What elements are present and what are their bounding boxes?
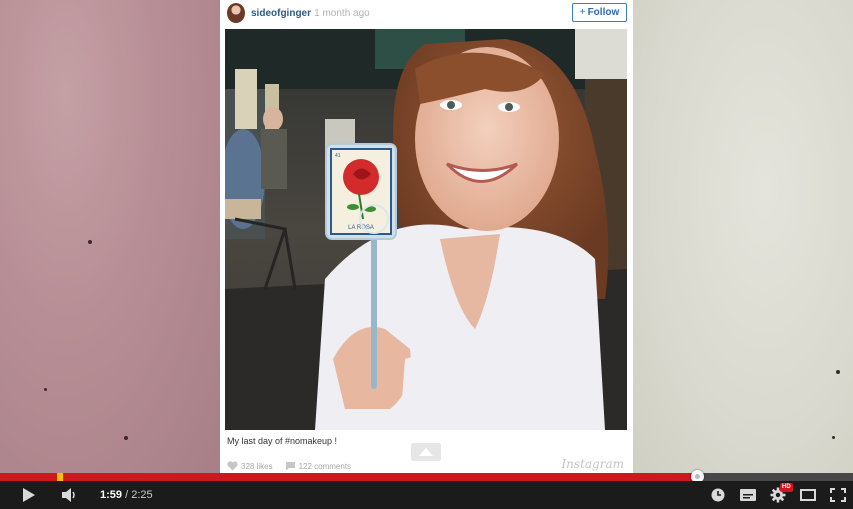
speck xyxy=(44,388,47,391)
play-button[interactable] xyxy=(14,481,42,509)
speck xyxy=(124,436,128,440)
progress-played xyxy=(0,473,57,481)
username-link[interactable]: sideofginger xyxy=(251,8,311,19)
hd-badge: HD xyxy=(780,483,793,492)
theater-mode-icon xyxy=(800,489,816,501)
watch-later-button[interactable] xyxy=(706,481,730,509)
post-time: · 1 month ago xyxy=(308,8,370,19)
post-header: sideofginger · 1 month ago + Follow xyxy=(220,0,633,28)
player-controls: 1:59 / 2:25 HD xyxy=(0,481,853,509)
duration: 2:25 xyxy=(131,489,153,501)
follow-button[interactable]: + Follow xyxy=(572,3,627,22)
volume-icon xyxy=(62,488,75,502)
progress-bar[interactable] xyxy=(0,470,853,483)
progress-played-rest xyxy=(63,473,697,481)
scroll-up-button[interactable] xyxy=(411,443,441,461)
captions-button[interactable] xyxy=(736,481,760,509)
comment-icon xyxy=(285,462,295,471)
video-background-left xyxy=(0,0,220,473)
clock-icon xyxy=(711,488,725,502)
comments-count[interactable]: 122 comments xyxy=(299,462,351,471)
card-number: 41 xyxy=(335,153,341,159)
photo-image: LA ROSA 41 xyxy=(225,29,627,430)
time-separator: · xyxy=(308,8,312,19)
time-ago: 1 month ago xyxy=(314,8,370,19)
video-background-right xyxy=(633,0,853,473)
post-footer: 328 likes 122 comments xyxy=(227,461,351,471)
instagram-post: sideofginger · 1 month ago + Follow LA R… xyxy=(220,0,633,473)
likes-count[interactable]: 328 likes xyxy=(241,462,273,471)
follow-label: Follow xyxy=(587,7,620,18)
volume-button[interactable] xyxy=(56,481,84,509)
theater-mode-button[interactable] xyxy=(796,481,820,509)
speck xyxy=(88,240,92,244)
speck xyxy=(832,436,835,439)
post-photo: LA ROSA 41 xyxy=(225,29,627,430)
post-caption: My last day of #nomakeup ! xyxy=(227,436,338,446)
follow-plus-icon: + xyxy=(579,7,586,18)
time-display: 1:59 / 2:25 xyxy=(100,489,153,501)
current-time: 1:59 xyxy=(100,489,123,501)
speck xyxy=(836,370,840,374)
caret-up-icon xyxy=(419,448,433,456)
fullscreen-button[interactable] xyxy=(826,481,850,509)
time-separator: / xyxy=(122,489,132,501)
play-icon xyxy=(23,488,35,502)
instagram-logo[interactable]: Instagram xyxy=(561,457,624,471)
heart-icon xyxy=(227,461,238,471)
video-frame[interactable]: sideofginger · 1 month ago + Follow LA R… xyxy=(0,0,853,473)
avatar[interactable] xyxy=(227,3,245,23)
fullscreen-icon xyxy=(830,488,846,502)
captions-icon xyxy=(740,489,756,501)
